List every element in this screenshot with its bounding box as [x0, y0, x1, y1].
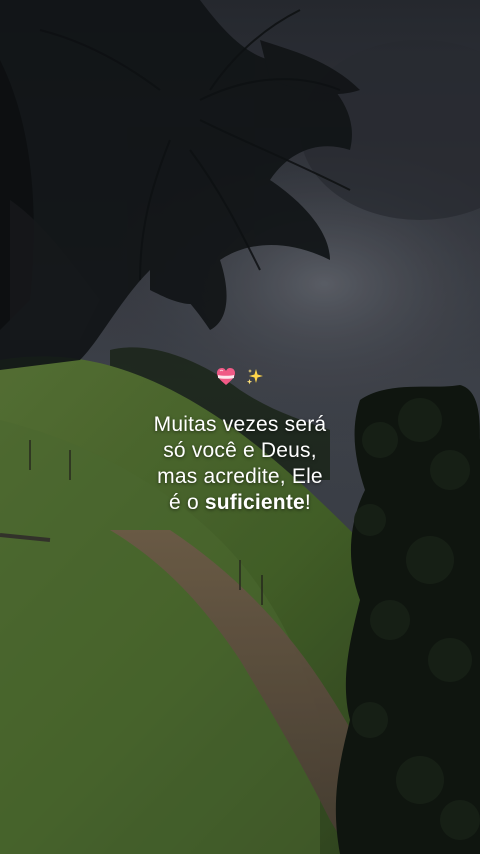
sparkles-icon — [246, 368, 264, 384]
quote-line-4: é o suficiente! — [0, 490, 480, 516]
photo-frame: Muitas vezes será só você e Deus, mas ac… — [0, 0, 480, 854]
emoji-row — [0, 360, 480, 390]
quote-line-4-prefix: é o — [169, 491, 205, 514]
quote-line-1: Muitas vezes será — [153, 413, 327, 436]
quote-line-4-suffix: ! — [304, 491, 311, 514]
quote-emphasis: suficiente — [204, 491, 305, 514]
quote-text: Muitas vezes será só você e Deus, mas ac… — [0, 412, 480, 516]
quote-line-3: mas acredite, Ele — [157, 465, 323, 488]
quote-overlay: Muitas vezes será só você e Deus, mas ac… — [0, 360, 480, 516]
heart-with-ribbon-icon — [216, 367, 235, 385]
quote-line-2: só você e Deus, — [163, 439, 317, 462]
